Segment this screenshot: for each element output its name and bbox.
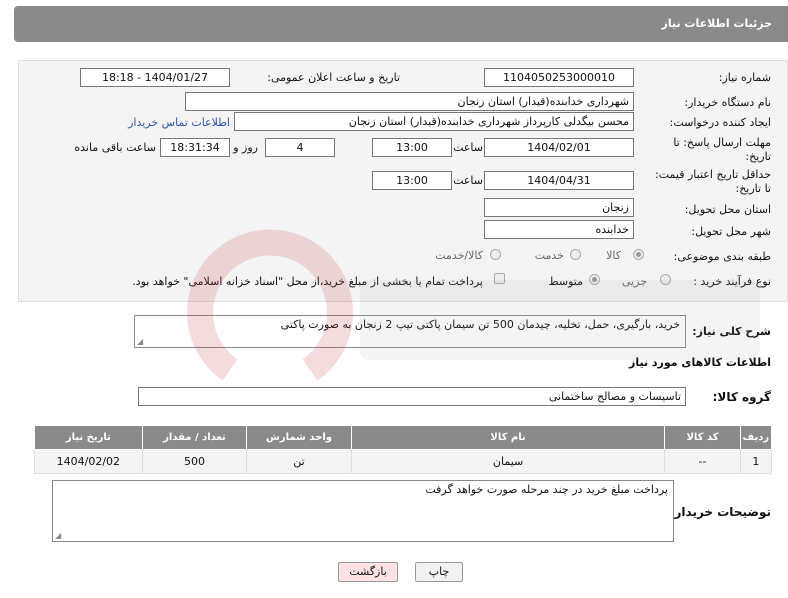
category-goods-service-radio[interactable] bbox=[490, 249, 501, 260]
category-goods-service-label: کالا/خدمت bbox=[435, 249, 483, 262]
buyer-notes-label: توضیحات خریدار: bbox=[669, 505, 771, 519]
page-header: جزئیات اطلاعات نیاز bbox=[14, 6, 788, 42]
buyer-org-label: نام دستگاه خریدار: bbox=[684, 96, 771, 109]
page-title: جزئیات اطلاعات نیاز bbox=[661, 17, 773, 30]
deadline-label-date: تاریخ: bbox=[745, 150, 771, 163]
deadline-time-field: 13:00 bbox=[372, 138, 452, 157]
column-header-unit: واحد شمارش bbox=[246, 425, 352, 450]
days-remaining-field: 4 bbox=[265, 138, 335, 157]
back-button[interactable]: بازگشت bbox=[338, 562, 398, 582]
category-label: طبقه بندی موضوعی: bbox=[673, 250, 771, 263]
buyer-org-field: شهرداری خدابنده(قیدار) استان زنجان bbox=[185, 92, 634, 111]
resize-grip-icon[interactable]: ◢ bbox=[137, 337, 143, 346]
goods-table: ردیف کد کالا نام کالا واحد شمارش تعداد /… bbox=[34, 425, 773, 474]
process-medium-radio[interactable] bbox=[589, 274, 600, 285]
resize-grip-icon[interactable]: ◢ bbox=[55, 531, 61, 540]
category-service-label: خدمت bbox=[534, 249, 564, 262]
column-header-code: کد کالا bbox=[664, 425, 741, 450]
days-label: روز و bbox=[233, 141, 258, 154]
column-header-quantity: تعداد / مقدار bbox=[141, 425, 248, 450]
cell-unit: تن bbox=[246, 449, 352, 474]
cell-name: سیمان bbox=[350, 449, 666, 474]
province-field: زنجان bbox=[484, 198, 634, 217]
treasury-payment-label: پرداخت تمام یا بخشی از مبلغ خرید،از محل … bbox=[132, 275, 483, 288]
process-label: نوع فرآیند خرید : bbox=[693, 275, 771, 288]
category-goods-label: کالا bbox=[606, 249, 621, 262]
process-minor-radio[interactable] bbox=[660, 274, 671, 285]
treasury-payment-checkbox[interactable] bbox=[494, 273, 505, 284]
description-textarea[interactable]: خرید، بارگیری، حمل، تخلیه، چیدمان 500 تن… bbox=[134, 315, 686, 348]
column-header-row-number: ردیف bbox=[739, 425, 773, 450]
remaining-time-label: ساعت باقی مانده bbox=[74, 141, 156, 154]
buyer-notes-textarea[interactable]: پرداخت مبلغ خرید در چند مرحله صورت خواهد… bbox=[52, 480, 674, 542]
cell-row-number: 1 bbox=[739, 449, 773, 474]
city-label: شهر محل تحویل: bbox=[691, 225, 771, 238]
creator-field: محسن بیگدلی کارپرداز شهرداری خدابنده(قید… bbox=[234, 112, 634, 131]
column-header-name: نام کالا bbox=[350, 425, 666, 450]
goods-group-label: گروه کالا: bbox=[712, 390, 771, 404]
column-header-need-date: تاریخ نیاز bbox=[34, 425, 143, 450]
deadline-time-label: ساعت bbox=[453, 141, 483, 154]
cell-code: -- bbox=[664, 449, 741, 474]
table-header-row: ردیف کد کالا نام کالا واحد شمارش تعداد /… bbox=[34, 425, 773, 450]
deadline-label: مهلت ارسال پاسخ: تا bbox=[673, 136, 771, 149]
validity-label-date: تا تاریخ: bbox=[735, 182, 771, 195]
validity-time-label: ساعت bbox=[453, 174, 483, 187]
need-number-field: 1104050253000010 bbox=[484, 68, 634, 87]
creator-label: ایجاد کننده درخواست: bbox=[669, 116, 771, 129]
validity-label: حداقل تاریخ اعتبار قیمت: bbox=[655, 168, 771, 181]
category-goods-radio[interactable] bbox=[633, 249, 644, 260]
print-button[interactable]: چاپ bbox=[415, 562, 463, 582]
cell-need-date: 1404/02/02 bbox=[34, 449, 143, 474]
cell-quantity: 500 bbox=[141, 449, 248, 474]
description-label: شرح کلی نیاز: bbox=[692, 325, 771, 338]
goods-group-field: تاسیسات و مصالح ساختمانی bbox=[138, 387, 686, 406]
goods-section-title: اطلاعات کالاهای مورد نیاز bbox=[629, 356, 771, 369]
contact-info-link[interactable]: اطلاعات تماس خریدار bbox=[128, 116, 230, 129]
announce-label: تاریخ و ساعت اعلان عمومی: bbox=[267, 71, 400, 84]
need-number-label: شماره نیاز: bbox=[718, 71, 771, 84]
deadline-date-field: 1404/02/01 bbox=[484, 138, 634, 157]
process-minor-label: جزیی bbox=[621, 275, 647, 288]
description-text: خرید، بارگیری، حمل، تخلیه، چیدمان 500 تن… bbox=[280, 318, 680, 331]
city-field: خدابنده bbox=[484, 220, 634, 239]
validity-time-field: 13:00 bbox=[372, 171, 452, 190]
province-label: استان محل تحویل: bbox=[684, 203, 771, 216]
process-medium-label: متوسط bbox=[548, 275, 583, 288]
buyer-notes-text: پرداخت مبلغ خرید در چند مرحله صورت خواهد… bbox=[425, 483, 668, 496]
category-service-radio[interactable] bbox=[570, 249, 581, 260]
table-row: 1 -- سیمان تن 500 1404/02/02 bbox=[34, 449, 773, 474]
validity-date-field: 1404/04/31 bbox=[484, 171, 634, 190]
announce-datetime-field: 1404/01/27 - 18:18 bbox=[80, 68, 230, 87]
remaining-time-field: 18:31:34 bbox=[160, 138, 230, 157]
